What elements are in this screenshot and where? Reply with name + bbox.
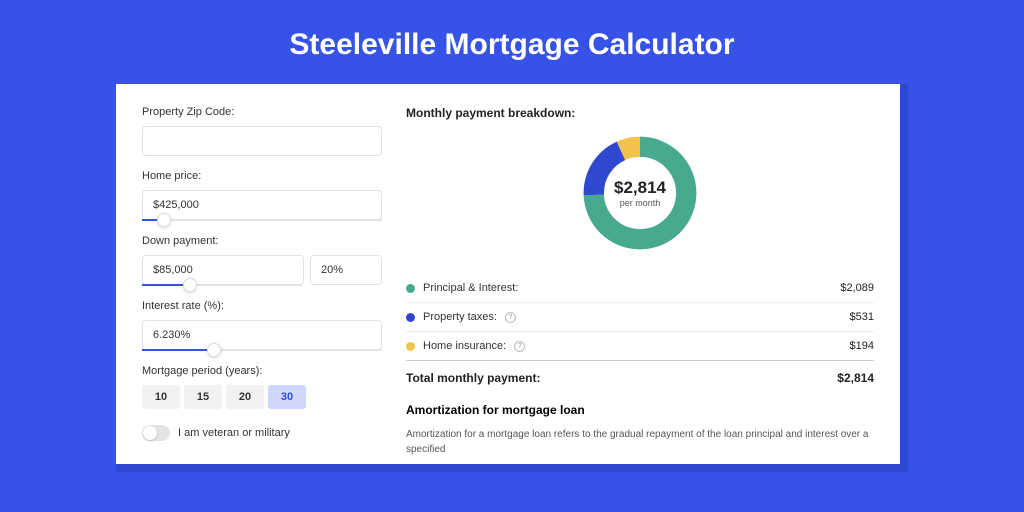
- dot-icon: [406, 284, 415, 293]
- legend-label: Principal & Interest:: [423, 282, 518, 294]
- down-payment-pct-input[interactable]: [310, 255, 382, 285]
- veteran-label: I am veteran or military: [178, 427, 290, 439]
- info-icon[interactable]: ?: [514, 341, 525, 352]
- legend-row-taxes: Property taxes: ? $531: [406, 303, 874, 332]
- zip-label: Property Zip Code:: [142, 106, 382, 118]
- interest-rate-input[interactable]: [142, 320, 382, 350]
- home-price-input[interactable]: [142, 190, 382, 220]
- legend-row-insurance: Home insurance: ? $194: [406, 332, 874, 361]
- period-group: Mortgage period (years): 10 15 20 30: [142, 365, 382, 409]
- period-label: Mortgage period (years):: [142, 365, 382, 377]
- veteran-toggle[interactable]: [142, 425, 170, 441]
- page-title: Steeleville Mortgage Calculator: [0, 0, 1024, 84]
- dot-icon: [406, 313, 415, 322]
- period-btn-15[interactable]: 15: [184, 385, 222, 409]
- donut-chart: $2,814 per month: [579, 132, 701, 254]
- form-column: Property Zip Code: Home price: Down paym…: [142, 106, 382, 442]
- donut-chart-wrap: $2,814 per month: [406, 132, 874, 254]
- interest-rate-slider[interactable]: [142, 349, 382, 351]
- zip-input[interactable]: [142, 126, 382, 156]
- legend-value: $531: [850, 311, 874, 323]
- info-icon[interactable]: ?: [505, 312, 516, 323]
- legend-row-principal: Principal & Interest: $2,089: [406, 274, 874, 303]
- legend-value: $194: [850, 340, 874, 352]
- home-price-slider[interactable]: [142, 219, 382, 221]
- total-label: Total monthly payment:: [406, 371, 540, 385]
- donut-sub: per month: [620, 198, 661, 208]
- card-shadow: Property Zip Code: Home price: Down paym…: [116, 84, 908, 472]
- amortization-body: Amortization for a mortgage loan refers …: [406, 427, 874, 457]
- period-button-row: 10 15 20 30: [142, 385, 382, 409]
- slider-thumb[interactable]: [157, 213, 171, 227]
- donut-center: $2,814 per month: [579, 132, 701, 254]
- home-price-label: Home price:: [142, 170, 382, 182]
- down-payment-label: Down payment:: [142, 235, 382, 247]
- down-payment-slider[interactable]: [142, 284, 302, 286]
- veteran-toggle-row: I am veteran or military: [142, 425, 382, 441]
- slider-thumb[interactable]: [207, 343, 221, 357]
- legend-label: Home insurance:: [423, 340, 506, 352]
- donut-amount: $2,814: [614, 178, 666, 198]
- period-btn-10[interactable]: 10: [142, 385, 180, 409]
- total-value: $2,814: [837, 371, 874, 385]
- total-row: Total monthly payment: $2,814: [406, 361, 874, 403]
- slider-thumb[interactable]: [183, 278, 197, 292]
- interest-rate-label: Interest rate (%):: [142, 300, 382, 312]
- dot-icon: [406, 342, 415, 351]
- zip-field-group: Property Zip Code:: [142, 106, 382, 156]
- period-btn-20[interactable]: 20: [226, 385, 264, 409]
- breakdown-column: Monthly payment breakdown: $2,814 per mo…: [406, 106, 874, 442]
- legend-label: Property taxes:: [423, 311, 497, 323]
- calculator-card: Property Zip Code: Home price: Down paym…: [116, 84, 900, 464]
- home-price-group: Home price:: [142, 170, 382, 221]
- legend-value: $2,089: [840, 282, 874, 294]
- breakdown-heading: Monthly payment breakdown:: [406, 106, 874, 120]
- amortization-heading: Amortization for mortgage loan: [406, 403, 874, 417]
- interest-rate-group: Interest rate (%):: [142, 300, 382, 351]
- down-payment-group: Down payment:: [142, 235, 382, 286]
- period-btn-30[interactable]: 30: [268, 385, 306, 409]
- toggle-knob: [143, 426, 157, 440]
- down-payment-input[interactable]: [142, 255, 304, 285]
